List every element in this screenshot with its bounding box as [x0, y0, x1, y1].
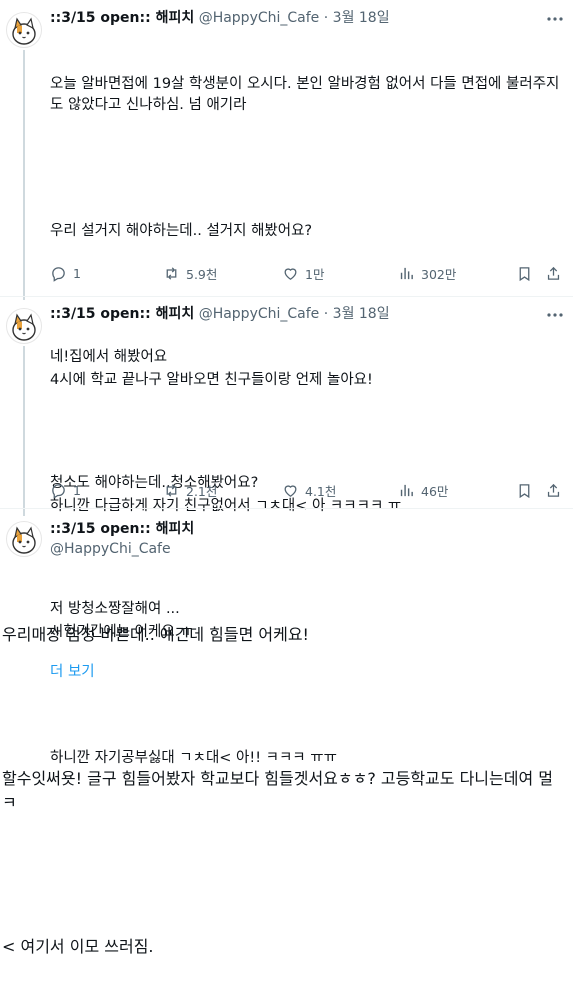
more-horizontal-icon: [547, 313, 563, 317]
handle[interactable]: @HappyChi_Cafe: [50, 540, 194, 558]
reply-icon: [52, 266, 65, 282]
like-button[interactable]: 4.1천: [282, 480, 336, 500]
separator: ·: [323, 10, 329, 26]
retweet-count: 2.1천: [186, 483, 218, 499]
thread-line: [23, 346, 25, 516]
share-icon: [547, 483, 560, 497]
retweet-icon: [166, 483, 177, 497]
timestamp[interactable]: 3월 18일: [333, 306, 390, 322]
handle[interactable]: @HappyChi_Cafe: [199, 306, 320, 322]
text-line: 오늘 알바면접에 19살 학생분이 오시다. 본인 알바경험 없어서 다들 면접…: [50, 76, 560, 113]
divider: [0, 296, 573, 297]
heart-icon: [284, 484, 297, 497]
display-name[interactable]: ::3/15 open:: 해피치: [50, 10, 194, 26]
reply-count: 1: [73, 482, 81, 498]
views-button[interactable]: 46만: [398, 480, 448, 500]
more-horizontal-icon: [547, 17, 563, 21]
views-chart-icon: [400, 484, 413, 496]
text-line: < 여기서 이모 쓰러짐.: [2, 937, 154, 956]
cat-avatar-icon: [12, 313, 36, 341]
bookmark-icon: [519, 483, 530, 498]
share-icon: [547, 266, 560, 280]
tweet-header: ::3/15 open:: 해피치 @HappyChi_Cafe · 3월 18…: [50, 9, 390, 27]
divider: [0, 508, 573, 509]
separator: ·: [323, 306, 329, 322]
action-bar: 1 2.1천 4.1천 46만: [50, 480, 565, 500]
bookmark-button[interactable]: [516, 263, 533, 283]
reply-button[interactable]: 1: [50, 480, 81, 500]
text-line: 우리 설거지 해야하는데.. 설거지 해봤어요?: [50, 223, 313, 239]
more-button[interactable]: [545, 305, 565, 325]
handle[interactable]: @HappyChi_Cafe: [199, 10, 320, 26]
tweet-header: ::3/15 open:: 해피치 @HappyChi_Cafe: [50, 520, 194, 558]
retweet-button[interactable]: 2.1천: [163, 480, 217, 500]
avatar[interactable]: [6, 308, 42, 344]
avatar[interactable]: [6, 12, 42, 48]
text-line: 4시에 학교 끝나구 알바오면 친구들이랑 언제 놀아요!: [50, 372, 373, 388]
reply-count: 1: [73, 265, 81, 281]
more-button[interactable]: [545, 9, 565, 29]
retweet-button[interactable]: 5.9천: [163, 263, 217, 283]
bookmark-button[interactable]: [516, 480, 533, 500]
views-chart-icon: [400, 267, 413, 279]
cat-avatar-icon: [12, 17, 36, 45]
heart-icon: [284, 267, 297, 280]
share-button[interactable]: [545, 480, 562, 500]
timestamp[interactable]: 3월 18일: [333, 10, 390, 26]
like-count: 4.1천: [305, 483, 337, 499]
reply-button[interactable]: 1: [50, 263, 81, 283]
retweet-icon: [166, 266, 177, 280]
bookmark-icon: [519, 266, 530, 281]
views-button[interactable]: 302만: [398, 263, 456, 283]
tweet-text: 우리매장 엄청 바쁜데.. 애긴데 힘들면 어케요! 할수잇써욧! 글구 힘들어…: [2, 575, 567, 1007]
display-name[interactable]: ::3/15 open:: 해피치: [50, 306, 194, 322]
thread-line: [23, 50, 25, 300]
action-bar: 1 5.9천 1만 302만: [50, 263, 565, 283]
retweet-count: 5.9천: [186, 266, 218, 282]
tweet-header: ::3/15 open:: 해피치 @HappyChi_Cafe · 3월 18…: [50, 305, 390, 323]
like-button[interactable]: 1만: [282, 263, 324, 283]
text-line: 우리매장 엄청 바쁜데.. 애긴데 힘들면 어케요!: [2, 625, 309, 644]
views-count: 302만: [421, 266, 457, 282]
text-line: 할수잇써욧! 글구 힘들어봤자 학교보다 힘들겟서요ㅎㅎ? 고등학교도 다니는데…: [2, 769, 553, 812]
reply-icon: [52, 483, 65, 499]
views-count: 46만: [421, 483, 449, 499]
display-name[interactable]: ::3/15 open:: 해피치: [50, 520, 194, 538]
share-button[interactable]: [545, 263, 562, 283]
cat-avatar-icon: [12, 526, 36, 554]
avatar[interactable]: [6, 521, 42, 557]
like-count: 1만: [305, 266, 325, 282]
